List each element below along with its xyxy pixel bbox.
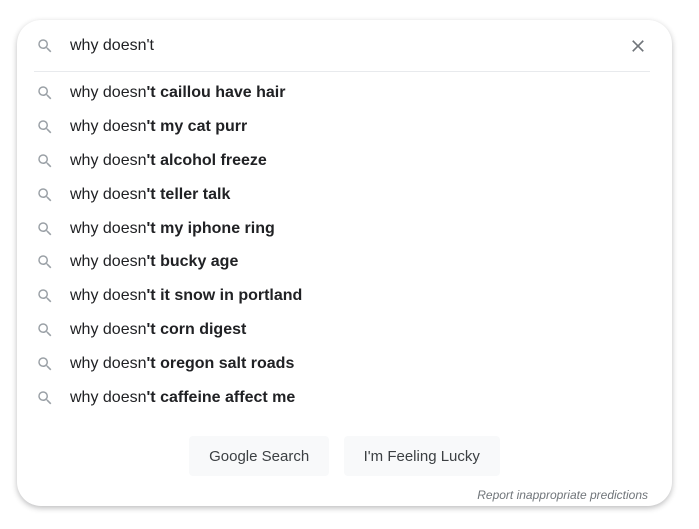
suggestion-list: why doesn't caillou have hair why doesn't… — [17, 76, 672, 415]
suggestion-completion-apostrophe: 't — [146, 389, 156, 407]
suggestion-text: why doesn't oregon salt roads — [70, 354, 294, 374]
suggestion-completion-apostrophe: 't — [146, 151, 156, 169]
divider — [34, 71, 650, 72]
search-bar — [17, 20, 672, 72]
suggestion-typed-part: why doesn — [70, 355, 147, 373]
search-icon — [38, 187, 52, 202]
suggestion-completion: caffeine affect me — [160, 389, 296, 407]
search-icon — [38, 323, 52, 337]
suggestion-completion: corn digest — [160, 321, 247, 339]
google-search-button[interactable]: Google Search — [189, 436, 330, 476]
suggestion-completion: caillou have hair — [160, 84, 286, 101]
suggestion-typed-part: why doesn — [70, 321, 147, 339]
suggestion-completion: it snow in portland — [160, 287, 303, 305]
suggestion-item[interactable]: why doesn't bucky age — [17, 245, 672, 279]
suggestion-item[interactable]: why doesn't my iphone ring — [17, 212, 672, 246]
suggestion-typed-part: why doesn — [70, 151, 147, 169]
suggestion-typed-part: why doesn — [70, 253, 147, 271]
button-row: Google Search I'm Feeling Lucky — [17, 436, 672, 478]
suggestion-item[interactable]: why doesn't it snow in portland — [17, 279, 672, 313]
suggestion-text: why doesn't caffeine affect me — [70, 388, 295, 408]
suggestion-typed-part: why doesn — [70, 185, 147, 203]
suggestion-text: why doesn't caillou have hair — [70, 83, 285, 103]
close-icon[interactable] — [628, 36, 648, 56]
suggestion-completion-apostrophe: 't — [146, 84, 156, 101]
suggestion-completion: bucky age — [160, 253, 239, 271]
search-icon — [38, 154, 52, 168]
suggestion-completion: alcohol freeze — [160, 151, 267, 169]
suggestion-item[interactable]: why doesn't corn digest — [17, 313, 672, 347]
suggestion-text: why doesn't my cat purr — [70, 117, 247, 137]
suggestion-completion-apostrophe: 't — [146, 287, 156, 305]
suggestion-item[interactable]: why doesn't alcohol freeze — [17, 144, 672, 178]
suggestion-completion-apostrophe: 't — [146, 117, 156, 135]
suggestion-completion-apostrophe: 't — [146, 253, 156, 271]
search-autocomplete-panel: why doesn't caillou have hairwhy doesn't… — [17, 20, 672, 506]
feeling-lucky-button[interactable]: I'm Feeling Lucky — [343, 436, 500, 476]
suggestion-completion: my cat purr — [160, 117, 248, 135]
search-icon — [38, 289, 52, 303]
search-icon — [38, 357, 52, 371]
suggestion-completion-apostrophe: 't — [146, 219, 156, 237]
suggestion-item[interactable]: why doesn't my cat purr — [17, 110, 672, 144]
suggestion-completion: my iphone ring — [160, 219, 275, 237]
suggestion-text: why doesn't alcohol freeze — [70, 151, 267, 171]
suggestion-typed-part: why doesn — [70, 219, 147, 237]
suggestion-item[interactable]: why doesn't caffeine affect me — [17, 381, 672, 415]
search-icon — [38, 120, 52, 134]
suggestion-item[interactable]: why doesn't caillou have hair — [17, 76, 672, 110]
search-icon — [38, 221, 52, 235]
search-icon — [38, 86, 52, 100]
suggestion-completion-apostrophe: 't — [146, 355, 156, 373]
suggestion-typed-part: why doesn — [70, 389, 147, 407]
search-icon — [38, 255, 52, 269]
suggestion-text: why doesn't teller talk — [70, 185, 230, 205]
suggestion-text: why doesn't my iphone ring — [70, 219, 275, 239]
suggestion-completion-apostrophe: 't — [146, 185, 156, 203]
suggestion-item[interactable]: why doesn't oregon salt roads — [17, 347, 672, 381]
suggestion-item[interactable]: why doesn't teller talk — [17, 178, 672, 212]
suggestion-typed-part: why doesn — [70, 117, 147, 135]
suggestion-text: why doesn't corn digest — [70, 320, 246, 340]
suggestion-text: why doesn't it snow in portland — [70, 286, 302, 306]
suggestion-completion: teller talk — [160, 185, 231, 203]
search-icon — [38, 39, 52, 53]
suggestion-text: why doesn't bucky age — [70, 252, 238, 272]
suggestion-completion-apostrophe: 't — [146, 321, 156, 339]
suggestion-typed-part: why doesn — [70, 287, 147, 305]
search-input[interactable] — [70, 33, 610, 59]
search-icon — [38, 391, 52, 405]
suggestion-typed-part: why doesn — [70, 84, 147, 101]
report-predictions-link[interactable]: Report inappropriate predictions — [477, 488, 648, 502]
suggestion-completion: oregon salt roads — [160, 355, 295, 373]
